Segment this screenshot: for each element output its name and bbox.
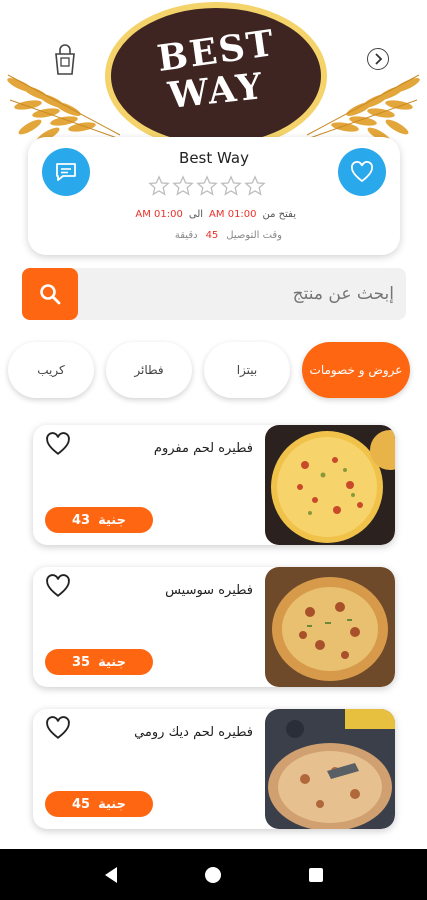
- price-currency: جنية: [98, 654, 126, 670]
- open-time: 01:00 AM: [209, 209, 257, 220]
- tab-pies[interactable]: فطائر: [106, 342, 192, 398]
- heart-icon[interactable]: [45, 715, 71, 741]
- delivery-value: 45: [205, 230, 219, 241]
- product-name: فطيره لحم ديك رومي: [134, 725, 253, 740]
- product-card[interactable]: فطيره لحم مفروم جنية 43: [33, 425, 395, 545]
- chevron-right-icon: [375, 53, 383, 65]
- price-badge: جنية 35: [45, 649, 153, 675]
- store-logo: BEST WAY: [105, 2, 327, 150]
- star-icon[interactable]: [196, 175, 218, 197]
- star-icon[interactable]: [244, 175, 266, 197]
- delivery-unit: دقيقة: [174, 230, 198, 241]
- app-screen: BEST WAY Best Way يفتح من 01:00 AM الى 0…: [0, 0, 427, 900]
- tab-crepe[interactable]: كريب: [8, 342, 94, 398]
- search-button[interactable]: [22, 268, 78, 320]
- price-currency: جنية: [98, 512, 126, 528]
- rating-stars[interactable]: [148, 175, 266, 197]
- heart-icon: [351, 161, 373, 183]
- back-button[interactable]: [367, 48, 389, 70]
- opening-hours: يفتح من 01:00 AM الى 01:00 AM: [135, 209, 296, 220]
- home-circle-icon[interactable]: [203, 865, 223, 885]
- tab-offers[interactable]: عروض و خصومات: [302, 342, 410, 398]
- price-currency: جنية: [98, 796, 126, 812]
- product-card[interactable]: فطيره سوسيس جنية 35: [33, 567, 395, 687]
- back-triangle-icon[interactable]: [102, 865, 120, 885]
- star-icon[interactable]: [172, 175, 194, 197]
- category-tabs: عروض و خصومات بيتزا فطائر كريب: [8, 342, 410, 398]
- product-name: فطيره سوسيس: [165, 583, 253, 598]
- product-image: [265, 567, 395, 687]
- close-time: 01:00 AM: [135, 209, 183, 220]
- logo-text-line2: WAY: [166, 65, 266, 117]
- opens-label: يفتح من: [262, 209, 296, 220]
- price-value: 45: [72, 796, 91, 812]
- store-info-card: Best Way يفتح من 01:00 AM الى 01:00 AM و…: [28, 137, 400, 255]
- search-bar: [22, 268, 406, 320]
- search-input[interactable]: [88, 268, 394, 320]
- tab-pizza[interactable]: بيتزا: [204, 342, 290, 398]
- until-label: الى: [188, 209, 204, 220]
- product-image: [265, 425, 395, 545]
- star-icon[interactable]: [220, 175, 242, 197]
- star-icon[interactable]: [148, 175, 170, 197]
- product-image: [265, 709, 395, 829]
- product-card[interactable]: فطيره لحم ديك رومي جنية 45: [33, 709, 395, 829]
- price-value: 43: [72, 512, 91, 528]
- price-value: 35: [72, 654, 91, 670]
- heart-icon[interactable]: [45, 573, 71, 599]
- search-icon: [40, 284, 61, 305]
- store-header: BEST WAY: [0, 0, 427, 160]
- price-badge: جنية 43: [45, 507, 153, 533]
- product-name: فطيره لحم مفروم: [153, 441, 253, 456]
- system-navigation-bar: [0, 849, 427, 900]
- favorite-store-button[interactable]: [338, 148, 386, 196]
- delivery-label: وقت التوصيل: [226, 230, 282, 241]
- price-badge: جنية 45: [45, 791, 153, 817]
- delivery-time: وقت التوصيل 45 دقيقة: [175, 230, 282, 241]
- recents-square-icon[interactable]: [307, 866, 325, 884]
- heart-icon[interactable]: [45, 431, 71, 457]
- shopping-bag-icon[interactable]: [52, 44, 78, 76]
